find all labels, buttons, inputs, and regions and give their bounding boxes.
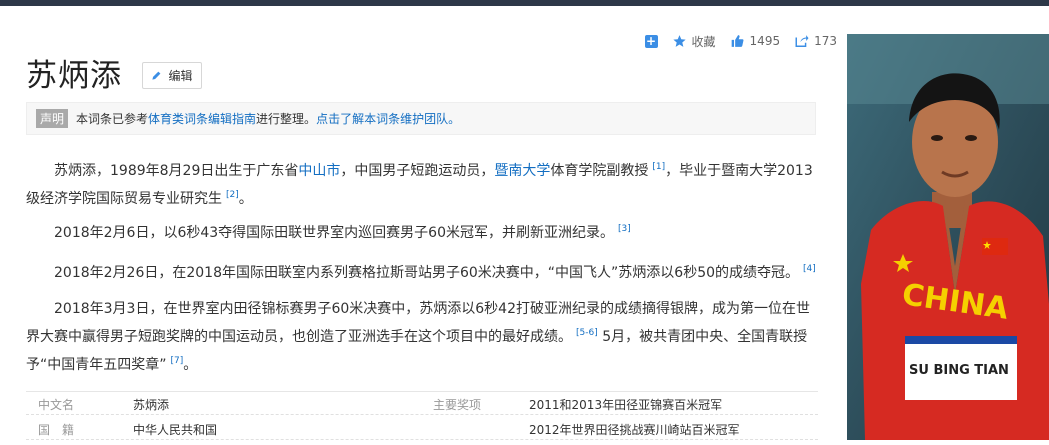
notice-text: 本词条已参考: [76, 112, 149, 126]
paragraph-feb26: 2018年2月26日，在2018年国际田联室内系列赛格拉斯哥站男子60米决赛中，…: [26, 257, 818, 285]
infobox-value: 2012年世界田径挑战赛川崎站百米冠军: [529, 423, 740, 437]
infobox-value: 2011和2013年田径亚锦赛百米冠军: [529, 398, 723, 412]
top-bar: [0, 0, 1049, 6]
favorite-label: 收藏: [691, 34, 716, 49]
zhongshan-link[interactable]: 中山市: [298, 163, 340, 179]
star-icon: [672, 35, 686, 47]
favorite-button[interactable]: 收藏: [672, 33, 716, 50]
bib-text: SU BING TIAN: [909, 363, 1009, 378]
infobox-key: 中文名: [38, 398, 75, 412]
statement-badge: 声明: [36, 109, 69, 128]
text: 。: [238, 191, 253, 207]
text: 体育学院副教授: [550, 163, 649, 179]
infobox-key: 国 籍: [38, 423, 75, 437]
add-button[interactable]: +: [644, 33, 658, 48]
paragraph-mar3: 2018年3月3日，在世界室内田径锦标赛男子60米决赛中，苏炳添以6秒42打破亚…: [26, 297, 818, 377]
like-button[interactable]: 1495: [730, 34, 781, 48]
athlete-photo[interactable]: CHINA SU BING TIAN: [847, 34, 1049, 440]
reference-link[interactable]: [1]: [652, 162, 665, 172]
notice-text-2: 进行整理。: [256, 112, 317, 126]
statement-notice: 声明 本词条已参考 体育类词条编辑指南 进行整理。 点击了解本词条维护团队。: [26, 102, 816, 135]
page-title: 苏炳添: [26, 58, 122, 94]
paragraph-intro: 苏炳添，1989年8月29日出生于广东省中山市，中国男子短跑运动员，暨南大学体育…: [26, 155, 818, 211]
share-count: 173: [814, 34, 837, 48]
reference-link[interactable]: [4]: [803, 264, 816, 274]
guideline-link[interactable]: 体育类词条编辑指南: [148, 110, 256, 127]
infobox-row: 中文名 苏炳添 主要奖项 2011和2013年田径亚锦赛百米冠军: [26, 391, 818, 415]
text: 2018年2月6日，以6秒43夺得国际田联世界室内巡回赛男子60米冠军，并刷新亚…: [54, 225, 614, 241]
reference-link[interactable]: [2]: [226, 190, 239, 200]
reference-link[interactable]: [3]: [618, 224, 631, 234]
maintenance-team-link[interactable]: 点击了解本词条维护团队。: [316, 110, 460, 127]
text: 2018年2月26日，在2018年国际田联室内系列赛格拉斯哥站男子60米决赛中，…: [54, 265, 800, 281]
pencil-icon: [152, 71, 161, 80]
infobox-value: 苏炳添: [133, 398, 170, 412]
reference-link[interactable]: [5-6]: [576, 328, 598, 338]
edit-label: 编辑: [168, 69, 193, 83]
share-button[interactable]: 173: [794, 34, 837, 48]
text: 苏炳添，1989年8月29日出生于广东省: [54, 163, 299, 179]
infobox-value: 中华人民共和国: [133, 423, 218, 437]
thumbs-up-icon: [731, 35, 744, 47]
paragraph-feb6: 2018年2月6日，以6秒43夺得国际田联世界室内巡回赛男子60米冠军，并刷新亚…: [26, 217, 818, 245]
text: 。: [183, 357, 198, 373]
action-toolbar: + 收藏 1495 173: [631, 32, 837, 50]
infobox-row: 国 籍 中华人民共和国 2012年世界田径挑战赛川崎站百米冠军: [26, 417, 818, 440]
share-icon: [795, 35, 809, 47]
like-count: 1495: [749, 34, 781, 48]
athlete-illustration: CHINA SU BING TIAN: [847, 34, 1049, 440]
text: ，中国男子短跑运动员，: [340, 163, 495, 179]
edit-button[interactable]: 编辑: [142, 62, 202, 89]
jinan-university-link[interactable]: 暨南大学: [494, 163, 550, 179]
reference-link[interactable]: [7]: [171, 356, 184, 366]
plus-icon: +: [644, 33, 658, 48]
infobox-key: 主要奖项: [433, 398, 482, 412]
